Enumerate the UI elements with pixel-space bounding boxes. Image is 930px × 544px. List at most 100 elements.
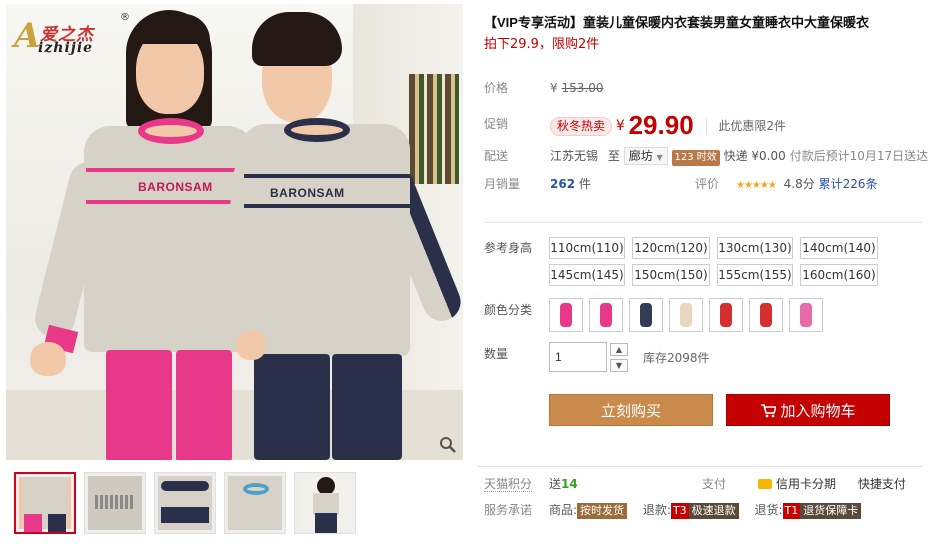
- color-label-row: 颜色分类: [484, 300, 532, 320]
- color-swatch-4: [680, 303, 692, 327]
- thumbnail-2[interactable]: [84, 472, 146, 534]
- add-to-cart-label: 加入购物车: [780, 402, 856, 420]
- rating-stars-icon: ★★★★★: [736, 180, 777, 191]
- color-swatch-5: [720, 303, 732, 327]
- review-count-link[interactable]: 累计226条: [819, 177, 878, 191]
- zoom-icon[interactable]: [439, 436, 457, 454]
- color-swatch-1: [560, 303, 572, 327]
- original-price: ¥ 153.00: [550, 78, 603, 98]
- sales-label: 月销量: [484, 177, 521, 191]
- size-option-155[interactable]: 155cm(155): [717, 264, 793, 286]
- points-label: 天猫积分: [484, 477, 533, 492]
- service-row: 商品: 按时发货 退款: T3 极速退款 退货: T1 退货保障卡: [549, 500, 862, 520]
- size-label: 参考身高: [484, 241, 533, 255]
- credit-installment[interactable]: 信用卡分期: [776, 477, 836, 491]
- price-label: 价格: [484, 81, 509, 95]
- ship-to-select[interactable]: 廊坊 ▼: [623, 147, 668, 165]
- rating-row: 评价: [695, 174, 719, 194]
- size-option-110[interactable]: 110cm(110): [549, 237, 625, 259]
- size-label-row: 参考身高: [484, 238, 532, 258]
- original-currency: ¥: [550, 81, 558, 95]
- promo-price: 29.90: [628, 110, 694, 140]
- promo-price-row: 秋冬热卖 ¥ 29.90 此优惠限2件: [550, 112, 786, 140]
- ship-to-word: 至: [607, 149, 620, 163]
- returns-code-badge: T1: [782, 503, 801, 519]
- service-goods-tag[interactable]: 按时发货: [577, 503, 628, 519]
- thumbnail-1[interactable]: [14, 472, 76, 534]
- service-returns-tag[interactable]: 退货保障卡: [800, 503, 862, 519]
- points-value: 14: [561, 477, 578, 491]
- service-refund-label: 退款:: [642, 503, 671, 517]
- boy-shirt-print: BARONSAM: [270, 186, 345, 200]
- service-label: 服务承诺: [484, 503, 533, 517]
- color-option-7[interactable]: [789, 298, 823, 332]
- sales-count: 262: [550, 177, 576, 191]
- quantity-label-row: 数量: [484, 344, 508, 364]
- rating-summary: ★★★★★ 4.8分 累计226条: [736, 174, 877, 194]
- add-to-cart-button[interactable]: 加入购物车: [726, 394, 890, 426]
- buy-now-button[interactable]: 立刻购买: [549, 394, 713, 426]
- shipping-label: 配送: [484, 149, 509, 163]
- color-option-3[interactable]: [629, 298, 663, 332]
- size-option-145[interactable]: 145cm(145): [549, 264, 625, 286]
- chevron-down-icon: ▼: [656, 153, 663, 162]
- product-subtitle: 拍下29.9，限购2件: [484, 37, 600, 52]
- rating-label: 评价: [695, 177, 720, 191]
- thumbnail-4[interactable]: [224, 472, 286, 534]
- promo-currency: ¥: [615, 118, 625, 134]
- size-option-150[interactable]: 150cm(150): [632, 264, 710, 286]
- color-option-5[interactable]: [709, 298, 743, 332]
- main-product-image[interactable]: A 爱之杰 izhijie ® BARONSAM BARONSAM: [6, 4, 463, 460]
- express-fee: 快递 ¥0.00: [723, 149, 786, 163]
- stock-count: 库存2098件: [643, 351, 710, 365]
- size-option-160[interactable]: 160cm(160): [800, 264, 878, 286]
- ship-to-city: 廊坊: [628, 149, 653, 163]
- girl-shirt-print: BARONSAM: [138, 180, 213, 194]
- color-option-2[interactable]: [589, 298, 623, 332]
- color-option-4[interactable]: [669, 298, 703, 332]
- ship-from: 江苏无锡: [550, 149, 599, 163]
- color-swatch-2: [600, 303, 612, 327]
- sales-count-row: 262 件: [550, 174, 591, 194]
- divider-bottom: [478, 466, 922, 467]
- points-row: 天猫积分: [484, 474, 533, 494]
- quantity-label: 数量: [484, 347, 509, 361]
- original-price-value: 153.00: [561, 81, 604, 95]
- service-returns-label: 退货:: [754, 503, 783, 517]
- shipping-label-row: 配送: [484, 146, 508, 166]
- service-refund-tag[interactable]: 极速退款: [688, 503, 739, 519]
- thumbnail-strip: [10, 470, 460, 536]
- size-option-140[interactable]: 140cm(140): [800, 237, 878, 259]
- price-divider: [705, 118, 707, 135]
- delivery-eta: 付款后预计10月17日送达: [789, 149, 929, 163]
- rating-score: 4.8分: [783, 177, 815, 191]
- color-label: 颜色分类: [484, 303, 533, 317]
- price-panel: 价格 ¥ 153.00 促销 秋冬热卖 ¥ 29.90 此优惠限2件 配送 江苏…: [478, 74, 930, 200]
- color-option-6[interactable]: [749, 298, 783, 332]
- thumbnail-3[interactable]: [154, 472, 216, 534]
- sales-label-row: 月销量: [484, 174, 520, 194]
- size-option-130[interactable]: 130cm(130): [717, 237, 793, 259]
- cart-icon: [761, 404, 778, 418]
- stock-row: 库存2098件: [643, 348, 710, 368]
- quantity-decrease-button[interactable]: ▼: [610, 359, 628, 372]
- original-price-row: 价格: [484, 78, 508, 98]
- quick-pay[interactable]: 快捷支付: [858, 477, 906, 491]
- promo-label: 促销: [484, 117, 509, 131]
- sales-unit: 件: [578, 177, 591, 191]
- points-give: 送: [549, 477, 562, 491]
- quantity-input[interactable]: 1: [549, 342, 607, 372]
- boy-model: BARONSAM: [216, 8, 463, 460]
- limit-note: 此优惠限2件: [718, 119, 786, 133]
- thumbnail-5[interactable]: [294, 472, 356, 534]
- payment-methods: 信用卡分期 快捷支付: [758, 474, 906, 494]
- color-swatch-6: [760, 303, 772, 327]
- color-swatch-7: [800, 303, 812, 327]
- refund-code-badge: T3: [670, 503, 689, 519]
- points-value-row: 送14: [549, 474, 578, 494]
- quantity-increase-button[interactable]: ▲: [610, 343, 628, 356]
- payment-label: 支付: [702, 477, 727, 491]
- size-option-120[interactable]: 120cm(120): [632, 237, 710, 259]
- service-label-row: 服务承诺: [484, 500, 532, 520]
- color-option-1[interactable]: [549, 298, 583, 332]
